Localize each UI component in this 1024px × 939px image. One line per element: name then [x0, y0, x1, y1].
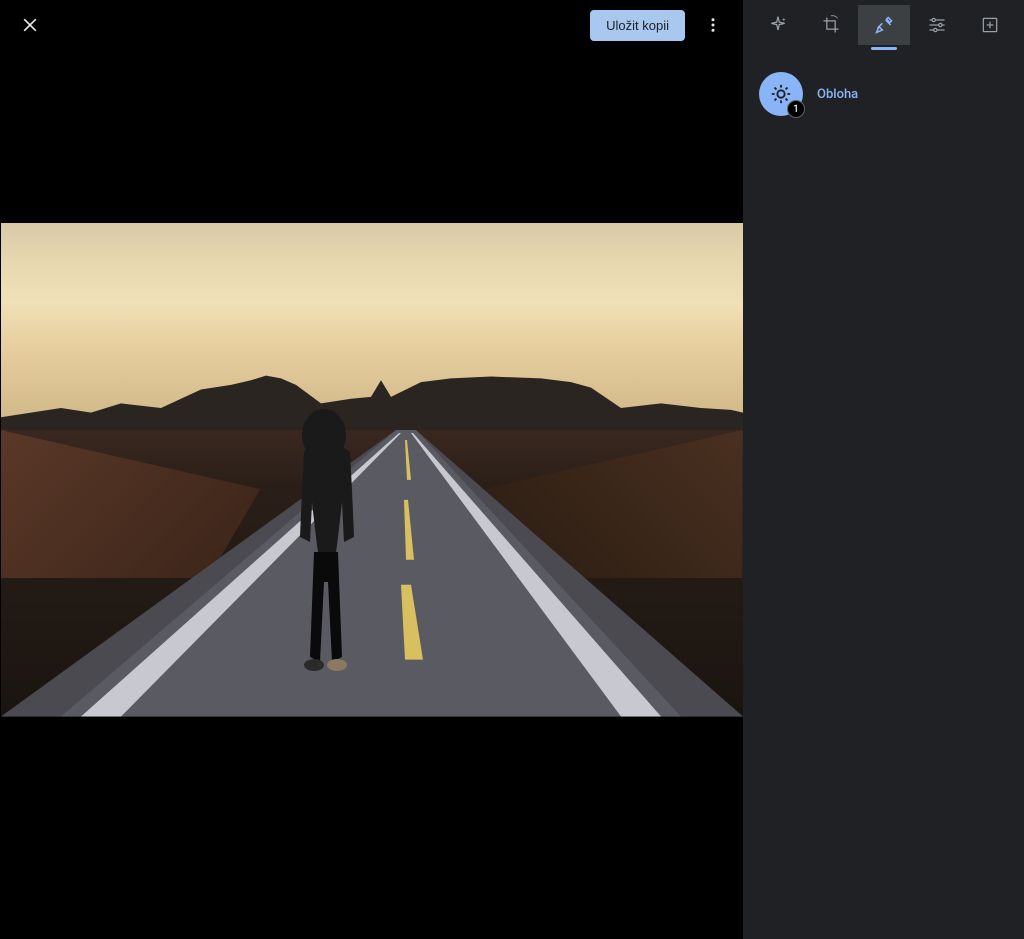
close-button[interactable] — [10, 5, 50, 45]
more-vertical-icon — [704, 16, 722, 34]
tab-crop[interactable] — [805, 5, 857, 45]
effect-icon-wrapper: 1 — [759, 72, 803, 116]
crop-rotate-icon — [821, 15, 841, 35]
top-bar: Uložit kopii — [0, 0, 743, 50]
effect-sky[interactable]: 1 Obloha — [759, 66, 1008, 122]
tab-tools[interactable] — [858, 5, 910, 45]
image-canvas[interactable] — [0, 0, 743, 939]
sparkle-icon — [768, 15, 788, 35]
edited-photo — [1, 223, 743, 717]
tab-adjust[interactable] — [911, 5, 963, 45]
editor-sidebar: 1 Obloha — [743, 0, 1024, 939]
more-options-button[interactable] — [693, 5, 733, 45]
markup-icon — [980, 15, 1000, 35]
close-icon — [20, 15, 40, 35]
main-editor-area: Uložit kopii — [0, 0, 743, 939]
save-copy-button[interactable]: Uložit kopii — [590, 10, 685, 41]
editor-tabs — [743, 0, 1024, 50]
tab-markup[interactable] — [964, 5, 1016, 45]
sliders-icon — [927, 15, 947, 35]
top-right-actions: Uložit kopii — [590, 5, 733, 45]
effect-count-badge: 1 — [787, 100, 805, 118]
effect-label: Obloha — [817, 87, 858, 102]
sidebar-content: 1 Obloha — [743, 50, 1024, 138]
tab-suggestions[interactable] — [752, 5, 804, 45]
tools-icon — [874, 15, 894, 35]
